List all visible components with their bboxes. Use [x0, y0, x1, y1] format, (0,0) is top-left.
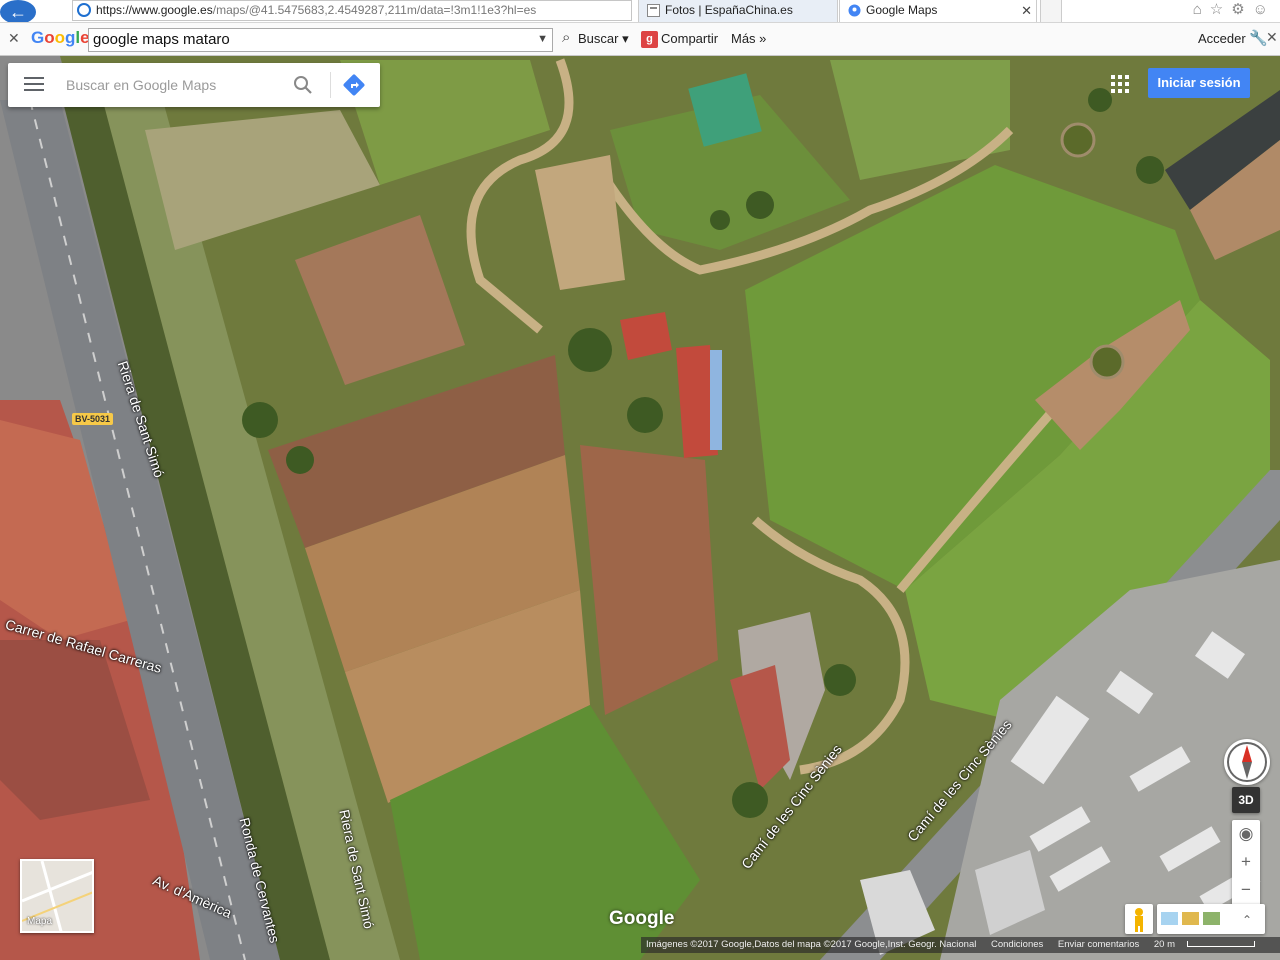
url-host: https://www.google.es [96, 3, 213, 17]
browser-chrome: ← → https://www.google.es/maps/@41.54756… [0, 0, 1280, 56]
toolbar-search-query: google maps mataro [93, 31, 230, 48]
toolbar-buscar-button[interactable]: Buscar ▾ [562, 29, 628, 47]
my-location-icon[interactable]: ◉ [1232, 820, 1260, 848]
svg-text:⌃: ⌃ [1242, 913, 1252, 927]
menu-icon[interactable] [24, 77, 44, 93]
google-toolbar-logo: Google [31, 28, 90, 47]
url-text: https://www.google.es/maps/@41.5475683,2… [96, 3, 536, 17]
apps-grid-icon[interactable] [1111, 75, 1129, 93]
search-input[interactable] [66, 63, 286, 107]
toolbar-buscar-label: Buscar [578, 31, 619, 46]
toolbar-mas-label: Más [731, 31, 756, 46]
tab-google-maps-label: Google Maps [866, 3, 938, 17]
chevron-down-icon[interactable]: ▼ [537, 33, 548, 45]
searchbox-divider [330, 72, 331, 98]
toolbar-compartir-button[interactable]: Compartir [661, 31, 718, 46]
google-toolbar: ✕ Google google maps mataro ▼ Buscar ▾ g… [0, 22, 1280, 55]
google-maps-favicon-icon [848, 4, 861, 17]
satellite-imagery[interactable] [0, 56, 1280, 960]
maps-searchbox [8, 63, 380, 107]
map-type-label: Mapa [27, 916, 53, 927]
address-bar[interactable]: https://www.google.es/maps/@41.5475683,2… [72, 0, 660, 45]
toolbar-acceder-button[interactable]: Acceder [1198, 31, 1246, 46]
close-tab-icon[interactable]: ✕ [1021, 0, 1032, 21]
page-favicon-icon [647, 4, 660, 17]
share-icon: g [641, 31, 658, 48]
browser-tools-icons[interactable]: ⌂☆⚙☺ [1193, 0, 1276, 18]
imagery-attribution: Imágenes ©2017 Google,Datos del mapa ©20… [646, 939, 977, 950]
back-button[interactable]: ← [0, 0, 36, 24]
zoom-control: ◉ + − [1232, 820, 1260, 906]
scale-bar [1187, 941, 1255, 948]
imagery-layers-control[interactable]: ⌃ [1157, 904, 1265, 934]
zoom-out-button[interactable]: − [1232, 876, 1260, 904]
toolbar-search-field[interactable]: google maps mataro ▼ [88, 28, 553, 52]
tab-fotos[interactable]: Fotos | EspañaChina.es [638, 0, 838, 22]
address-row: ← → https://www.google.es/maps/@41.54756… [0, 0, 1280, 46]
pegman-icon[interactable] [1125, 904, 1153, 934]
google-logo: Google [609, 908, 675, 929]
toolbar-mas-button[interactable]: Más » [731, 31, 766, 46]
signin-button[interactable]: Iniciar sesión [1148, 68, 1250, 98]
search-icon[interactable] [293, 75, 313, 95]
tab-google-maps[interactable]: Google Maps ✕ [839, 0, 1037, 22]
ie-page-icon [77, 3, 91, 17]
directions-icon[interactable] [342, 73, 366, 97]
toolbar-close-icon[interactable]: ✕ [8, 30, 20, 47]
compass-control[interactable] [1224, 739, 1270, 785]
attribution-bar: Imágenes ©2017 Google,Datos del mapa ©20… [641, 937, 1280, 953]
wrench-icon[interactable]: 🔧 [1249, 29, 1268, 47]
terms-link[interactable]: Condiciones [991, 939, 1043, 950]
new-tab-button[interactable] [1040, 0, 1062, 22]
scale-label[interactable]: 20 m [1154, 939, 1175, 950]
road-shield: BV-5031 [72, 413, 114, 425]
compass-icon [1227, 742, 1267, 782]
layers-thumbnails-icon: ⌃ [1161, 912, 1252, 927]
pegman-figure-icon [1135, 908, 1143, 932]
feedback-link[interactable]: Enviar comentarios [1058, 939, 1139, 950]
map-canvas[interactable]: Riera de Sant Simó Carrer de Rafael Carr… [0, 56, 1280, 960]
url-path: /maps/@41.5475683,2.4549287,211m/data=!3… [212, 3, 537, 17]
map-type-toggle[interactable]: Mapa [20, 859, 94, 933]
toggle-3d-button[interactable]: 3D [1232, 787, 1260, 813]
zoom-in-button[interactable]: + [1232, 848, 1260, 876]
toolbar-overflow-icon[interactable]: ✕ [1266, 29, 1278, 46]
tab-fotos-label: Fotos | EspañaChina.es [665, 3, 793, 17]
